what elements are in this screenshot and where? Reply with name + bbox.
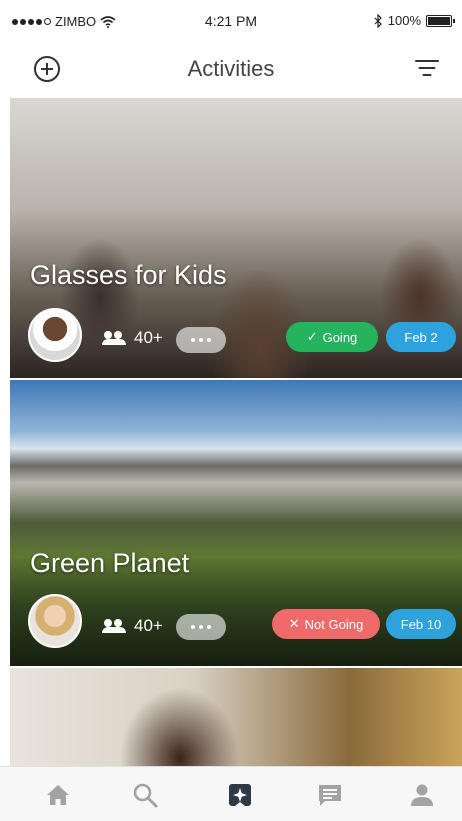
attendees-count: 40+ (102, 328, 163, 348)
attendees-count: 40+ (102, 616, 163, 636)
going-button[interactable]: ✓ Going (286, 322, 378, 352)
nav-bar: Activities (0, 40, 462, 98)
bluetooth-icon (374, 13, 382, 28)
rsvp-label: Going (322, 329, 358, 345)
activity-title: Glasses for Kids (30, 260, 227, 290)
organizer-avatar[interactable] (28, 594, 82, 648)
messages-icon (319, 785, 341, 806)
filter-button[interactable] (414, 60, 440, 78)
organizer-avatar[interactable] (28, 308, 82, 362)
more-button[interactable] (176, 614, 226, 640)
tab-bar (0, 766, 462, 821)
activity-title: Green Planet (30, 548, 190, 578)
not-going-button[interactable]: ✕ Not Going (272, 609, 380, 639)
attendees-label: 40+ (134, 616, 163, 635)
rsvp-label: Not Going (304, 616, 364, 632)
profile-icon (411, 784, 433, 806)
tab-home[interactable] (44, 781, 72, 809)
activity-card[interactable] (10, 668, 462, 766)
activity-photo (10, 668, 462, 766)
date-badge[interactable]: Feb 2 (386, 322, 456, 352)
activity-card[interactable]: Glasses for Kids 40+ ✓ Going Feb 2 (10, 98, 462, 378)
people-icon (102, 331, 126, 345)
people-icon (102, 619, 126, 633)
attendees-label: 40+ (134, 328, 163, 347)
tab-search[interactable] (131, 781, 159, 809)
tab-activities[interactable] (226, 781, 254, 809)
search-icon (133, 783, 158, 808)
tab-profile[interactable] (408, 781, 436, 809)
activities-icon (229, 784, 251, 806)
status-bar: ZIMBO 4:21 PM 100% (0, 0, 462, 40)
close-icon: ✕ (288, 616, 300, 631)
status-right: 100% (374, 13, 455, 28)
home-icon (47, 785, 69, 805)
battery-icon (426, 14, 455, 27)
activity-card[interactable]: Green Planet 40+ ✕ Not Going Feb 10 (10, 380, 462, 666)
check-icon: ✓ (306, 329, 318, 344)
page-title: Activities (187, 56, 275, 81)
battery-label: 100% (387, 13, 421, 28)
date-badge[interactable]: Feb 10 (386, 609, 456, 639)
filter-icon (415, 60, 439, 62)
tab-messages[interactable] (316, 781, 344, 809)
more-button[interactable] (176, 327, 226, 353)
